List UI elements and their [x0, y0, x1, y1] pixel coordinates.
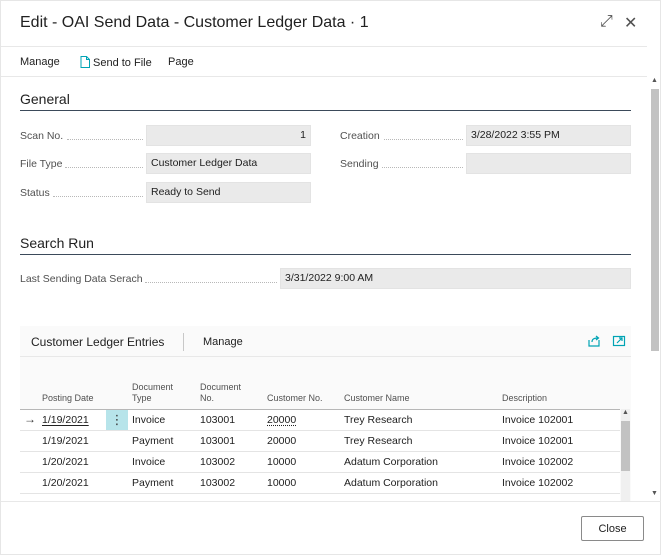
send-to-file-label: Send to File: [93, 57, 152, 69]
cell-customer-name: Adatum Corporation: [344, 477, 438, 489]
cell-document-no: 103001: [200, 414, 236, 426]
page-scroll-down-icon[interactable]: ▼: [651, 490, 658, 497]
cell-document-no: 103001: [200, 435, 236, 447]
cell-document-type: Invoice: [132, 414, 166, 426]
col-posting-date[interactable]: Posting Date: [42, 393, 94, 404]
cell-customer-no[interactable]: 20000: [267, 414, 296, 426]
last-sending-field[interactable]: 3/31/2022 9:00 AM: [280, 268, 631, 289]
document-icon: [80, 56, 90, 71]
selected-row-arrow-icon: →: [24, 412, 36, 426]
col-document-no[interactable]: Document No.: [200, 382, 248, 404]
creation-leader: [384, 139, 463, 140]
cell-document-type: Invoice: [132, 456, 166, 468]
file-type-field[interactable]: Customer Ledger Data: [146, 153, 311, 174]
last-sending-label: Last Sending Data Serach: [20, 273, 143, 285]
table-row[interactable]: 1/20/2021 Payment 103002 10000 Adatum Co…: [20, 472, 620, 493]
expand-icon[interactable]: ⤢: [600, 13, 613, 31]
row-menu-icon[interactable]: ⋮: [106, 410, 128, 430]
status-label: Status: [20, 187, 50, 199]
ledger-header-separator: [183, 333, 184, 351]
col-customer-name[interactable]: Customer Name: [344, 393, 410, 404]
ledger-manage-action[interactable]: Manage: [203, 336, 243, 348]
cell-customer-no[interactable]: 20000: [267, 435, 296, 447]
sending-leader: [382, 167, 463, 168]
share-icon[interactable]: [587, 334, 601, 351]
action-bar: Manage Send to File Page: [1, 46, 647, 77]
dialog-title: Edit - OAI Send Data - Customer Ledger D…: [20, 14, 369, 31]
close-button[interactable]: Close: [581, 516, 644, 541]
ledger-scrollbar[interactable]: ▲: [621, 409, 630, 502]
page-scrollbar[interactable]: ▲ ▼: [648, 77, 661, 501]
scan-no-field[interactable]: 1: [146, 125, 311, 146]
page-scroll-thumb[interactable]: [651, 89, 659, 351]
sending-field[interactable]: [466, 153, 631, 174]
cell-document-type: Payment: [132, 477, 174, 489]
scroll-up-icon[interactable]: ▲: [622, 409, 629, 416]
table-row[interactable]: → 1/19/2021 ⋮ Invoice 103001 20000 Trey …: [20, 409, 620, 430]
cell-description: Invoice 102001: [502, 414, 574, 426]
expand-part-icon[interactable]: [612, 334, 626, 351]
ledger-part-title[interactable]: Customer Ledger Entries: [31, 335, 164, 349]
cell-posting-date[interactable]: 1/19/2021: [42, 414, 89, 426]
col-document-type[interactable]: Document Type: [132, 382, 182, 404]
col-description[interactable]: Description: [502, 393, 547, 404]
search-run-divider: [20, 254, 631, 255]
cell-customer-no[interactable]: 10000: [267, 477, 296, 489]
cell-customer-name: Adatum Corporation: [344, 456, 438, 468]
customer-ledger-entries-part: Customer Ledger Entries Manage Posting D…: [20, 326, 631, 502]
manage-action[interactable]: Manage: [20, 56, 60, 68]
creation-label: Creation: [340, 130, 380, 142]
cell-posting-date[interactable]: 1/20/2021: [42, 477, 89, 489]
file-type-leader: [65, 167, 143, 168]
cell-description: Invoice 102002: [502, 477, 574, 489]
page-action[interactable]: Page: [168, 56, 194, 68]
close-icon[interactable]: ✕: [624, 13, 637, 33]
col-customer-no[interactable]: Customer No.: [267, 393, 323, 404]
footer-divider: [1, 501, 661, 502]
general-section-title[interactable]: General: [20, 91, 70, 107]
ledger-scroll-thumb[interactable]: [621, 421, 630, 471]
cell-description: Invoice 102002: [502, 456, 574, 468]
scan-no-label: Scan No.: [20, 130, 64, 142]
page-scroll-up-icon[interactable]: ▲: [651, 77, 658, 84]
edit-dialog: Edit - OAI Send Data - Customer Ledger D…: [0, 0, 661, 555]
creation-field[interactable]: 3/28/2022 3:55 PM: [466, 125, 631, 146]
sending-label: Sending: [340, 158, 379, 170]
status-field[interactable]: Ready to Send: [146, 182, 311, 203]
cell-customer-name: Trey Research: [344, 435, 413, 447]
status-leader: [53, 196, 143, 197]
send-to-file-action[interactable]: Send to File: [80, 56, 152, 71]
last-sending-leader: [145, 282, 277, 283]
table-row[interactable]: 1/19/2021 Payment 103001 20000 Trey Rese…: [20, 430, 620, 451]
ledger-header-divider: [20, 356, 631, 357]
scan-no-leader: [67, 139, 143, 140]
cell-customer-name: Trey Research: [344, 414, 413, 426]
cell-posting-date[interactable]: 1/19/2021: [42, 435, 89, 447]
table-row[interactable]: 1/20/2021 Invoice 103002 10000 Adatum Co…: [20, 451, 620, 472]
cell-posting-date[interactable]: 1/20/2021: [42, 456, 89, 468]
general-divider: [20, 110, 631, 111]
ledger-column-headers: Posting Date Document Type Document No. …: [20, 363, 620, 408]
cell-document-no: 103002: [200, 456, 236, 468]
file-type-label: File Type: [20, 158, 63, 170]
cell-description: Invoice 102001: [502, 435, 574, 447]
cell-customer-no[interactable]: 10000: [267, 456, 296, 468]
cell-document-type: Payment: [132, 435, 174, 447]
cell-document-no: 103002: [200, 477, 236, 489]
search-run-section-title[interactable]: Search Run: [20, 235, 94, 251]
